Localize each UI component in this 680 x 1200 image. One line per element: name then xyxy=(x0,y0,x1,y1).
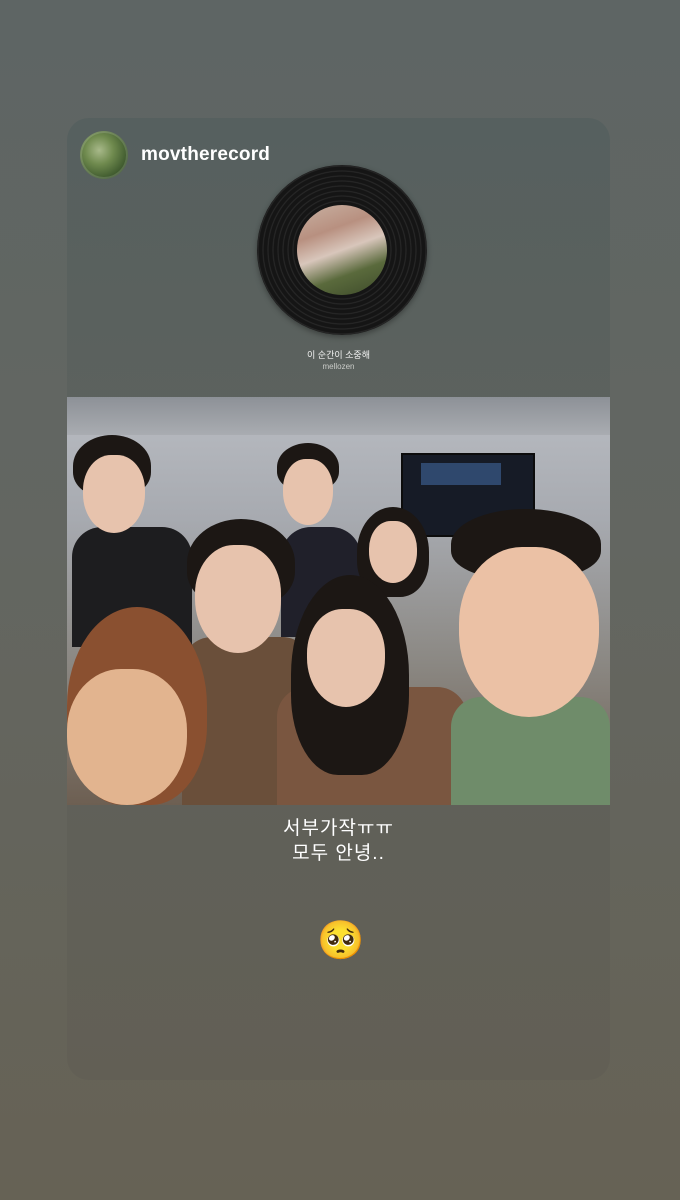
username[interactable]: movtherecord xyxy=(141,144,270,166)
person-face xyxy=(195,545,281,653)
caption-line-1: 서부가작ㅠㅠ xyxy=(283,818,394,839)
post-header[interactable]: movtherecord xyxy=(80,131,270,179)
photo-ceiling xyxy=(67,397,610,435)
person-face xyxy=(459,547,599,717)
person-face xyxy=(283,459,333,525)
story-caption: 서부가작ㅠㅠ 모두 안녕.. xyxy=(67,816,610,866)
person-face xyxy=(369,521,417,583)
story-card: movtherecord 이 순간이 소중해 mellozen 서부가작ㅠㅠ 모… xyxy=(67,118,610,1080)
person-face xyxy=(67,669,187,805)
music-title: 이 순간이 소중해 xyxy=(307,350,370,360)
profile-avatar[interactable] xyxy=(80,131,128,179)
person-face xyxy=(83,455,145,533)
pleading-face-emoji: 🥺 xyxy=(317,920,365,962)
group-photo xyxy=(67,397,610,805)
music-vinyl-icon[interactable] xyxy=(257,165,427,335)
caption-line-2: 모두 안녕.. xyxy=(292,843,385,864)
album-cover xyxy=(297,205,387,295)
person-face xyxy=(307,609,385,707)
music-artist: mellozen xyxy=(322,362,355,371)
